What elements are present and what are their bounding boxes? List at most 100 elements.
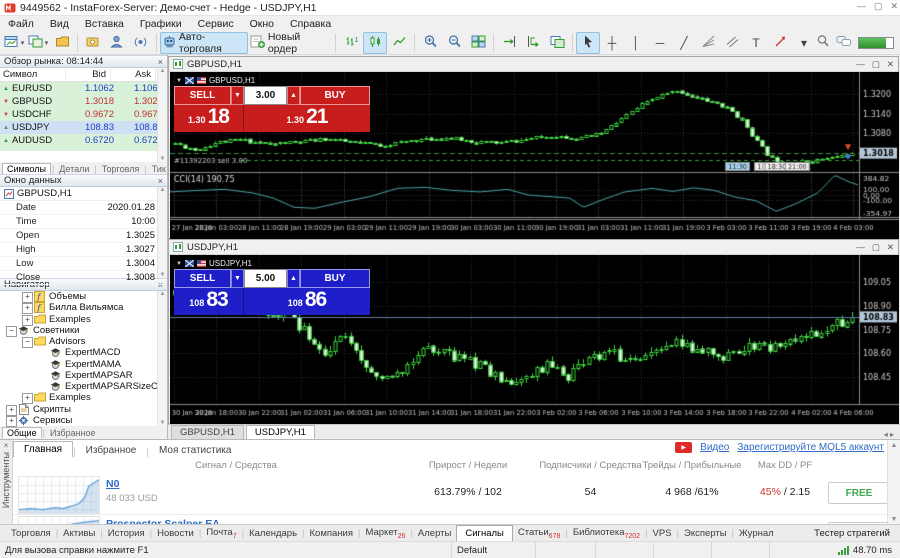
chart-restore-button[interactable]: ▢ [872, 242, 880, 253]
toolbox-tab-компания[interactable]: Компания [305, 527, 358, 540]
history-center-button[interactable] [50, 32, 74, 54]
volume-input[interactable]: 5.00 [244, 269, 287, 288]
toolbox-tab-алерты[interactable]: Алерты [413, 527, 456, 540]
chart-restore-button[interactable]: ▢ [872, 59, 880, 70]
volume-input[interactable]: 3.00 [244, 86, 287, 105]
toolbox-tab-активы[interactable]: Активы [58, 527, 100, 540]
youtube-icon[interactable]: ▶ [675, 442, 692, 453]
market-watch-row-eurusd[interactable]: ▲EURUSD1.10621.1065 [0, 82, 167, 95]
chart-tab-usdjpy-h1[interactable]: USDJPY,H1 [246, 425, 315, 439]
toolbox-tab-библиотека[interactable]: Библиотека7202 [568, 526, 645, 541]
zoom-out-button[interactable] [442, 32, 466, 54]
navigator-item-билла-вильямса[interactable]: +fБилла Вильямса [0, 302, 167, 313]
toolbox-tab-vps[interactable]: VPS [648, 527, 677, 540]
chart-tab-gbpusd-h1[interactable]: GBPUSD,H1 [171, 425, 244, 439]
tile-windows-button[interactable] [466, 32, 490, 54]
market-watch-row-audusd[interactable]: ▲AUDUSD0.67200.6723 [0, 134, 167, 147]
navigator-item-expertmapsar[interactable]: ExpertMAPSAR [0, 370, 167, 381]
navigator-item-expertmapsarsizeoptim[interactable]: ExpertMAPSARSizeOptim [0, 381, 167, 392]
arrows-tool-button[interactable] [768, 32, 792, 54]
community-button[interactable] [105, 32, 129, 54]
signal-name-link[interactable]: N0 [106, 478, 119, 490]
market-watch-row-usdjpy[interactable]: ▲USDJPY108.83108.86 [0, 121, 167, 134]
menu-графики[interactable]: Графики [132, 18, 190, 30]
volume-up-button[interactable]: ▲ [287, 269, 300, 288]
chart-close-button[interactable]: ✕ [887, 242, 894, 253]
buy-button[interactable]: BUY [300, 269, 370, 288]
market-watch-tab-тик[interactable]: Тик [148, 164, 170, 174]
toolbox-tab-почта[interactable]: Почта7 [201, 526, 241, 541]
chart-minimize-button[interactable]: — [856, 59, 865, 70]
autotrade-button[interactable]: Авто-торговля [160, 32, 248, 54]
horizontal-line-button[interactable]: ─ [648, 32, 672, 54]
toolbox-scrollbar[interactable]: ▲▼ [887, 440, 900, 524]
new-chart-button[interactable]: ▾ [2, 32, 26, 54]
signal-row-n0[interactable]: N048 033 USD613.79% / 102544 968 /61%45%… [13, 474, 886, 515]
line-chart-button[interactable] [387, 32, 411, 54]
crosshair-button[interactable]: ┼ [600, 32, 624, 54]
search-icon[interactable] [816, 34, 830, 51]
menu-окно[interactable]: Окно [242, 18, 282, 30]
market-watch-tab-торговля[interactable]: Торговля [98, 164, 144, 174]
chart-window-title-gbpusd[interactable]: GBPUSD,H1 — ▢ ✕ [169, 57, 898, 72]
chart-minimize-button[interactable]: — [856, 242, 865, 253]
close-icon[interactable]: × [158, 57, 163, 67]
close-button[interactable]: ✕ [890, 1, 898, 12]
signals-column-0[interactable]: Сигнал / Средства [106, 460, 366, 471]
volume-down-button[interactable]: ▼ [231, 269, 244, 288]
trendline-button[interactable]: ╱ [672, 32, 696, 54]
tab-scroll-arrows[interactable]: ◂ ▸ [884, 430, 900, 439]
templates-button[interactable] [545, 32, 569, 54]
volume-down-button[interactable]: ▼ [231, 86, 244, 105]
register-mql5-link[interactable]: Зарегистрируйте MQL5 аккаунт [737, 442, 884, 453]
toolbox-tab-календарь[interactable]: Календарь [244, 527, 302, 540]
menu-вид[interactable]: Вид [42, 18, 77, 30]
navigator-item-examples[interactable]: +Examples [0, 314, 167, 325]
toolbox-tab-эксперты[interactable]: Эксперты [679, 527, 732, 540]
menu-файл[interactable]: Файл [0, 18, 42, 30]
auto-scroll-button[interactable] [521, 32, 545, 54]
sell-price[interactable]: 10883 [174, 288, 244, 315]
minimize-button[interactable]: — [857, 1, 866, 12]
status-profile[interactable]: Default [452, 542, 536, 558]
chart-close-button[interactable]: ✕ [887, 59, 894, 70]
close-icon[interactable]: × [158, 176, 163, 186]
market-watch-header[interactable]: Обзор рынка: 08:14:44 × [0, 55, 167, 68]
menu-вставка[interactable]: Вставка [77, 18, 132, 30]
toolbox-tab-сигналы[interactable]: Сигналы [456, 525, 513, 541]
menu-справка[interactable]: Справка [282, 18, 339, 30]
buy-price[interactable]: 10886 [244, 288, 370, 315]
column-header-символ[interactable]: Символ [0, 68, 66, 81]
collapse-icon[interactable]: ▼ [176, 261, 182, 267]
market-watch-tab-детали[interactable]: Детали [55, 164, 93, 174]
signals-column-4[interactable]: Max DD / PF [715, 460, 855, 471]
buy-button[interactable]: BUY [300, 86, 370, 105]
signal-row-prospector-scalper-ea[interactable]: Prospector Scalper EA301.54% / 912653 43… [13, 514, 886, 524]
chevron-down-icon[interactable]: ▾ [21, 39, 25, 47]
buy-price[interactable]: 1.3021 [244, 105, 370, 132]
video-link[interactable]: Видео [700, 442, 729, 453]
fibo-button[interactable] [696, 32, 720, 54]
connection-status[interactable]: 48.70 ms [838, 545, 900, 556]
market-watch-tab-символы[interactable]: Символы [2, 163, 51, 174]
signals-tab-главная[interactable]: Главная [13, 441, 73, 458]
expand-icon[interactable]: + [6, 416, 17, 427]
navigator-item-скрипты[interactable]: +Скрипты [0, 404, 167, 415]
chart-window-title-usdjpy[interactable]: USDJPY,H1 — ▢ ✕ [169, 240, 898, 255]
sell-button[interactable]: SELL [174, 86, 231, 105]
toolbox-tab-история[interactable]: История [103, 527, 150, 540]
payments-button[interactable] [81, 32, 105, 54]
market-watch-scrollbar[interactable]: ▲▼ [157, 68, 167, 162]
navigator-item-expertmama[interactable]: ExpertMAMA [0, 359, 167, 370]
free-button[interactable]: FREE [828, 482, 890, 504]
broadcast-button[interactable] [129, 32, 153, 54]
chevron-down-icon[interactable]: ▾ [45, 39, 49, 47]
chat-icon[interactable] [836, 34, 852, 51]
sell-button[interactable]: SELL [174, 269, 231, 288]
column-header-bid[interactable]: Bid [66, 68, 111, 81]
navigator-item-объемы[interactable]: +fОбъемы [0, 291, 167, 302]
chart-shift-button[interactable] [497, 32, 521, 54]
objects-dropdown[interactable]: ▾ [792, 32, 816, 54]
strategy-tester-tab[interactable]: Тестер стратегий [814, 528, 900, 539]
new-order-button[interactable]: Новый ордер [248, 32, 332, 54]
